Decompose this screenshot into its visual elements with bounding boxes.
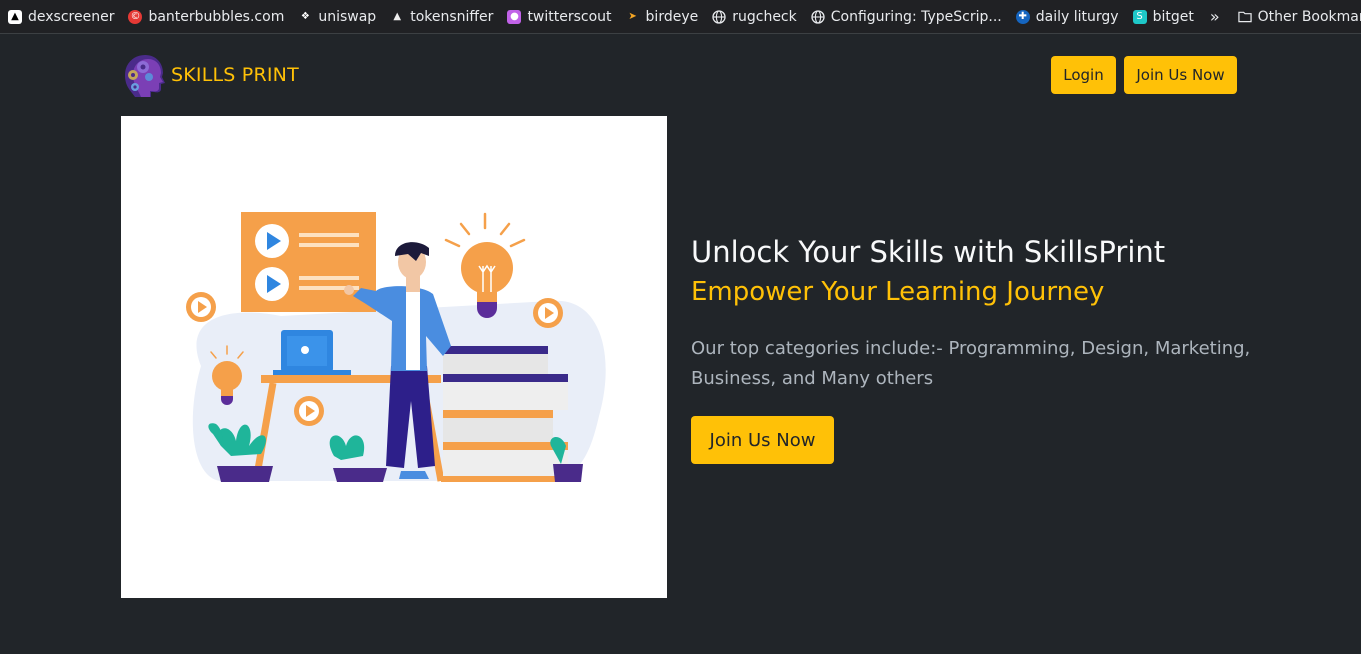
navbar: SKILLS PRINT Login Join Us Now: [121, 50, 1237, 102]
folder-icon: [1237, 10, 1252, 24]
chevron-double-right-icon[interactable]: »: [1200, 7, 1230, 26]
bookmark-label: uniswap: [318, 8, 377, 25]
bookmark-label: bitget: [1152, 8, 1194, 25]
bookmark-label: daily liturgy: [1035, 8, 1119, 25]
other-bookmarks[interactable]: Other Bookmarks: [1230, 3, 1361, 31]
hero-illustration: [121, 116, 667, 598]
globe-icon: [811, 9, 825, 24]
bookmark-label: twitterscout: [527, 8, 612, 25]
liturgy-icon: ✚: [1015, 9, 1030, 24]
brand-name: SKILLS PRINT: [171, 64, 299, 86]
globe-icon: [712, 9, 726, 24]
tokensniffer-icon: ▲: [393, 11, 402, 22]
bookmark-label: tokensniffer: [410, 8, 494, 25]
hero-title: Unlock Your Skills with SkillsPrint: [691, 235, 1166, 269]
hero-description: Our top categories include:- Programming…: [691, 338, 1251, 389]
dexscreener-icon: ▲: [8, 9, 22, 24]
bookmark-twitterscout[interactable]: ● twitterscout: [499, 3, 617, 31]
other-bookmarks-label: Other Bookmarks: [1257, 8, 1361, 25]
bookmark-rugcheck[interactable]: rugcheck: [704, 3, 803, 31]
birdeye-icon: ➤: [628, 11, 637, 22]
login-button[interactable]: Login: [1051, 56, 1116, 94]
bitget-icon: S: [1132, 9, 1147, 24]
bookmark-label: banterbubbles.com: [148, 8, 285, 25]
bookmark-label: birdeye: [645, 8, 699, 25]
hero-join-us-now-button[interactable]: Join Us Now: [691, 416, 834, 464]
bookmark-birdeye[interactable]: ➤ birdeye: [618, 3, 705, 31]
bookmark-uniswap[interactable]: ❖ uniswap: [290, 3, 382, 31]
skills-print-logo: [125, 55, 165, 97]
join-us-now-button[interactable]: Join Us Now: [1124, 56, 1237, 94]
bookmarks-bar: ▲ dexscreener © banterbubbles.com ❖ unis…: [0, 0, 1361, 34]
bookmark-tokensniffer[interactable]: ▲ tokensniffer: [382, 3, 499, 31]
hero-content: Unlock Your Skills with SkillsPrint Empo…: [691, 232, 1261, 464]
bookmark-banterbubbles[interactable]: © banterbubbles.com: [120, 3, 290, 31]
uniswap-icon: ❖: [300, 11, 310, 22]
e-learning-illustration: [186, 212, 606, 482]
twitterscout-icon: ●: [507, 9, 522, 24]
bookmark-dexscreener[interactable]: ▲ dexscreener: [0, 3, 120, 31]
bookmark-bitget[interactable]: S bitget: [1125, 3, 1200, 31]
bookmark-daily-liturgy[interactable]: ✚ daily liturgy: [1008, 3, 1125, 31]
brand-link[interactable]: SKILLS PRINT: [121, 50, 299, 100]
bookmark-label: dexscreener: [28, 8, 115, 25]
bookmark-label: Configuring: TypeScrip...: [830, 8, 1002, 25]
bookmark-label: rugcheck: [732, 8, 797, 25]
banterbubbles-icon: ©: [128, 9, 143, 24]
bookmark-configuring-typescript[interactable]: Configuring: TypeScrip...: [803, 3, 1008, 31]
hero-subtitle: Empower Your Learning Journey: [691, 277, 1105, 307]
